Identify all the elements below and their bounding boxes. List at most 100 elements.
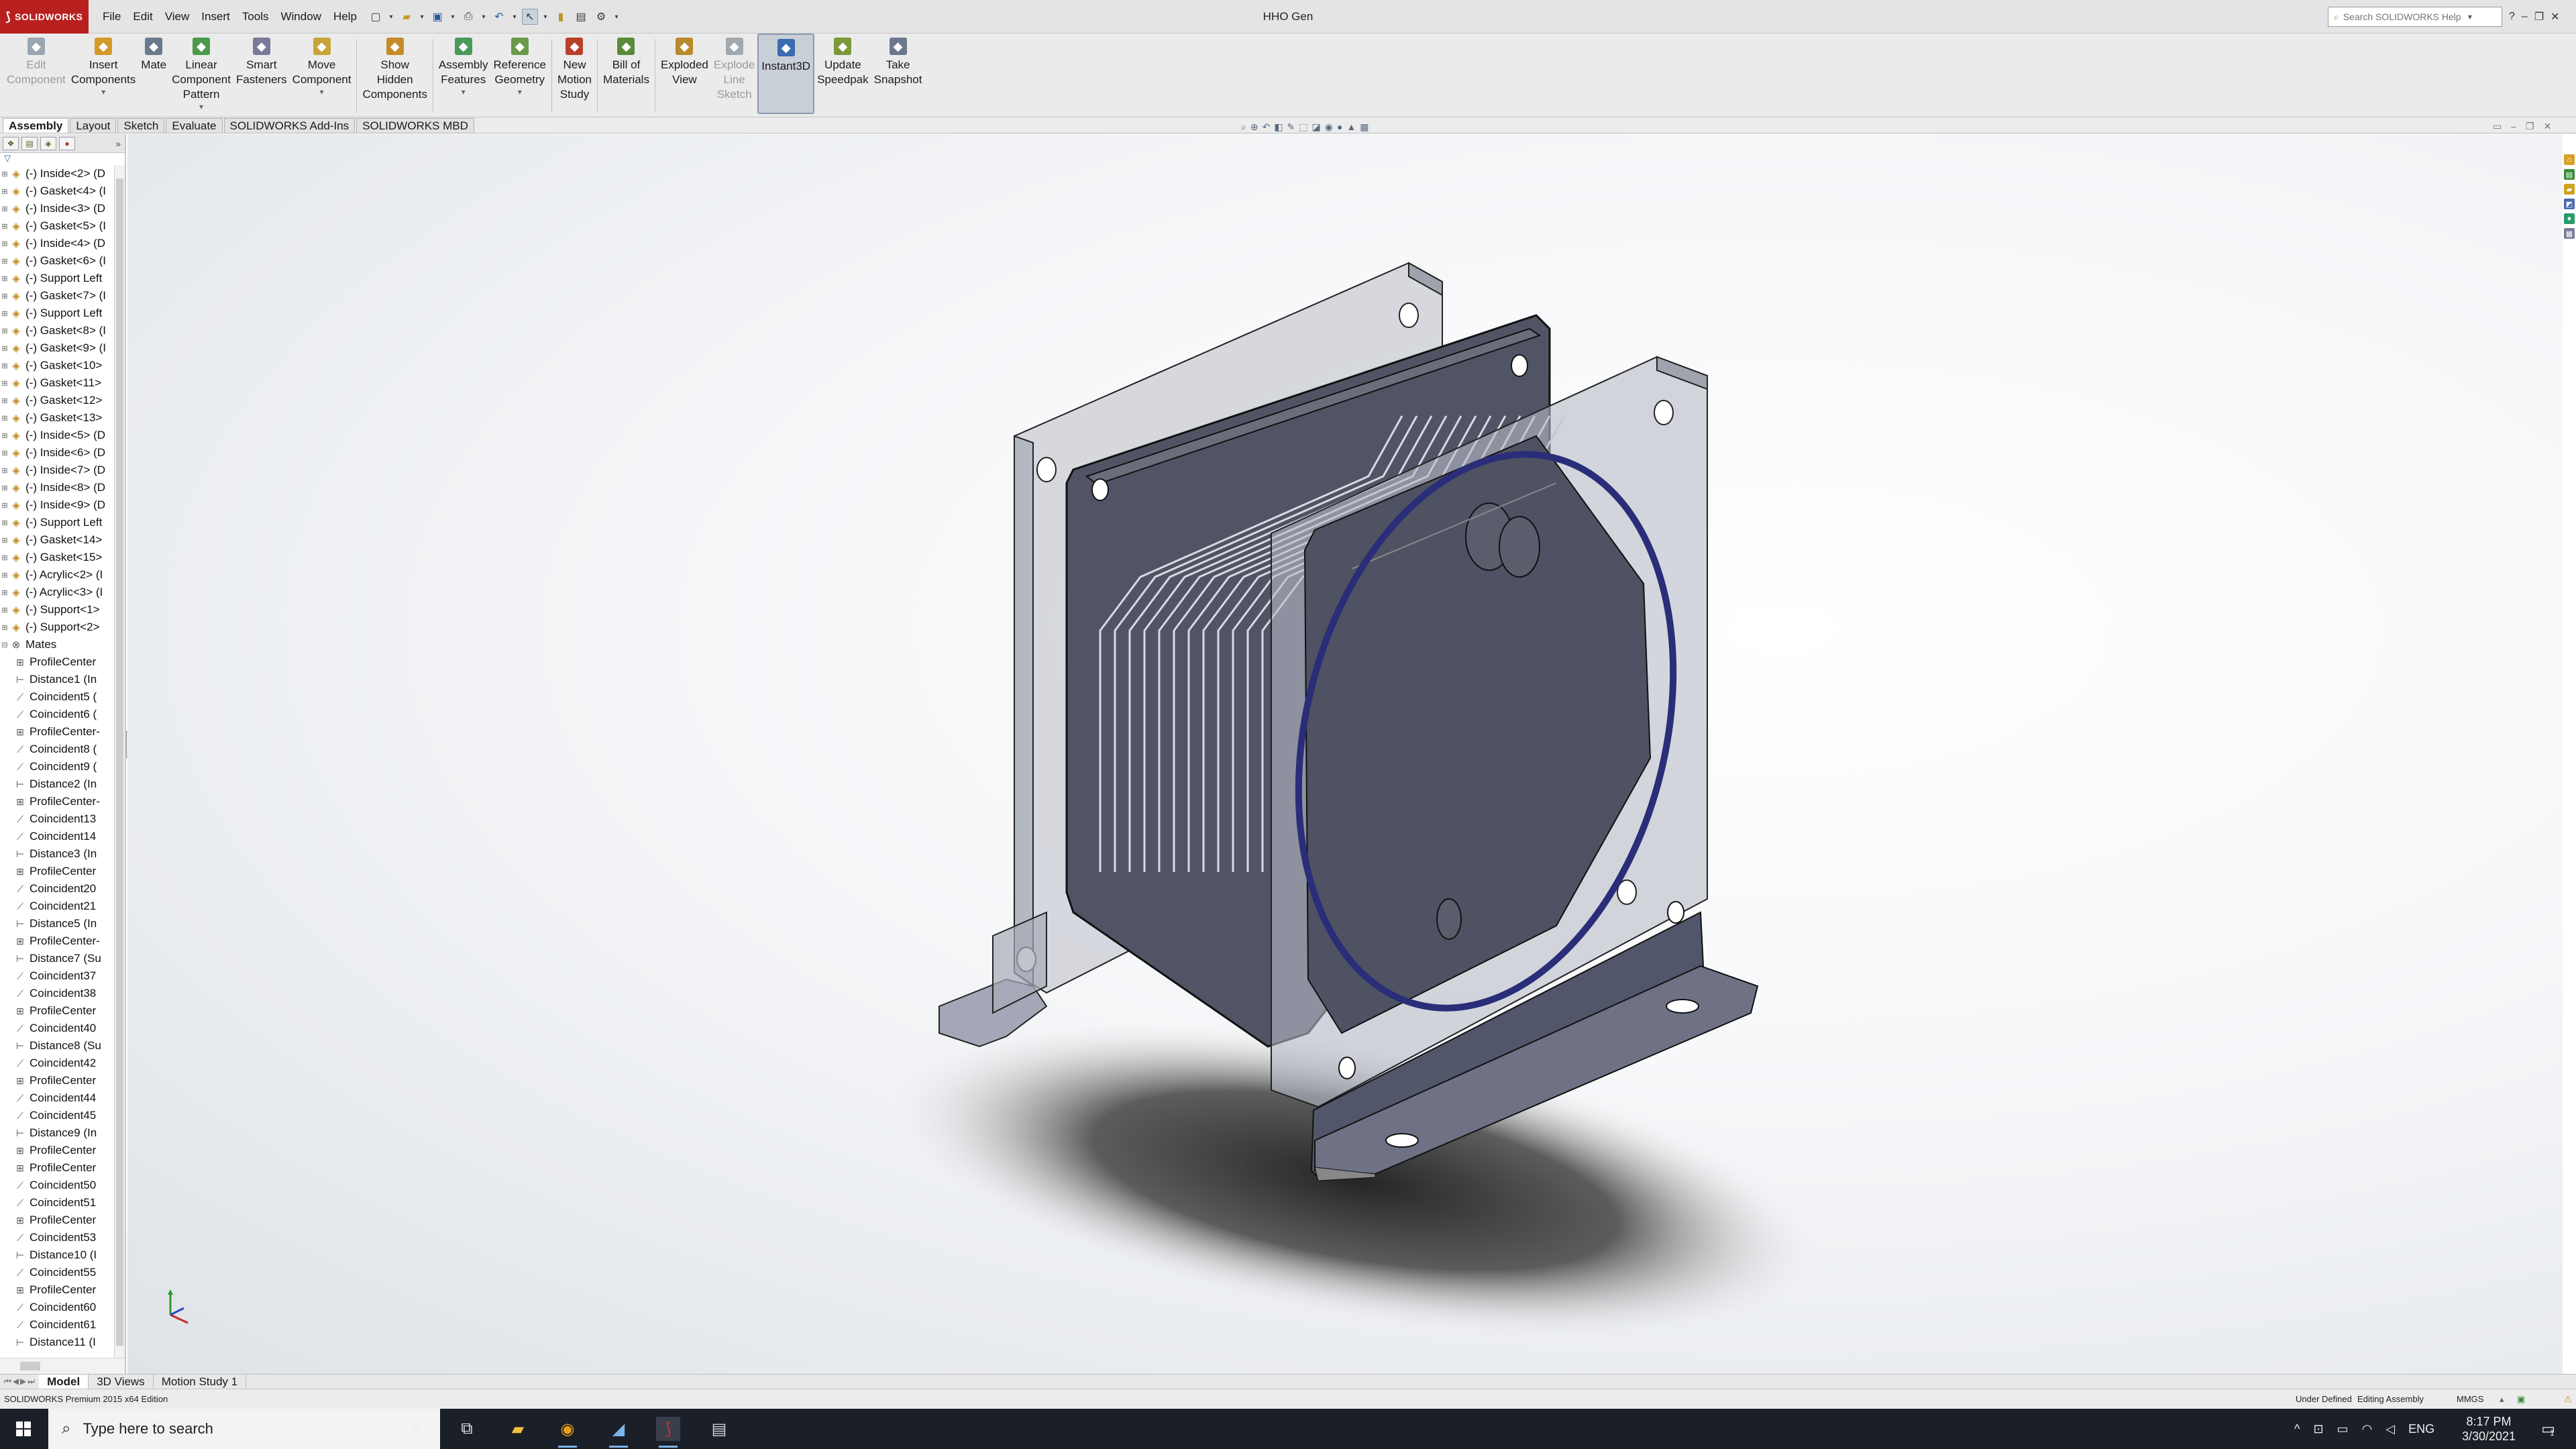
configuration-manager-tab-icon[interactable]: ◈ — [40, 136, 56, 150]
task-view-icon[interactable]: ⧉ — [455, 1417, 479, 1441]
action-center-button[interactable]: ▭ 1 — [2534, 1417, 2561, 1441]
edit-component-button[interactable]: ◆ Edit Component — [4, 34, 68, 114]
bottom-tab-model[interactable]: Model — [39, 1374, 89, 1389]
tree-component[interactable]: ⊞ ◈ (-) Inside<9> (D — [0, 496, 125, 514]
help-icon[interactable]: ? — [2509, 11, 2515, 23]
viewport-tile-icon[interactable]: ▭ — [2493, 121, 2502, 132]
menu-help[interactable]: Help — [327, 10, 363, 23]
dropdown-arrow-icon[interactable]: ▾ — [449, 9, 456, 25]
menu-file[interactable]: File — [97, 10, 127, 23]
expand-icon[interactable]: ⊞ — [0, 536, 9, 545]
new-document-icon[interactable]: ▢ — [368, 9, 384, 25]
tree-mate[interactable]: ⊢ Distance5 (In — [0, 915, 125, 932]
dropdown-arrow-icon[interactable]: ▾ — [199, 102, 203, 111]
expand-icon[interactable]: ⊞ — [0, 484, 9, 492]
tree-component[interactable]: ⊞ ◈ (-) Gasket<10> — [0, 357, 125, 374]
tree-component[interactable]: ⊞ ◈ (-) Gasket<14> — [0, 531, 125, 549]
smart-fasteners-button[interactable]: ◆ Smart Fasteners — [233, 34, 290, 114]
tree-component[interactable]: ⊞ ◈ (-) Inside<6> (D — [0, 444, 125, 462]
tree-component[interactable]: ⊞ ◈ (-) Gasket<9> (I — [0, 339, 125, 357]
search-dropdown-icon[interactable]: ▾ — [2468, 12, 2472, 21]
save-icon[interactable]: ▣ — [429, 9, 445, 25]
tree-mate[interactable]: ⊢ Distance3 (In — [0, 845, 125, 863]
tree-component[interactable]: ⊞ ◈ (-) Inside<7> (D — [0, 462, 125, 479]
display-manager-tab-icon[interactable]: ● — [59, 136, 75, 150]
expand-icon[interactable]: ⊞ — [0, 588, 9, 597]
expand-icon[interactable]: ⊞ — [0, 344, 9, 353]
dropdown-arrow-icon[interactable]: ▾ — [511, 9, 518, 25]
expand-icon[interactable]: ⊞ — [0, 170, 9, 178]
select-pointer-icon[interactable]: ↖ — [522, 9, 538, 25]
cortana-icon[interactable]: ○ — [404, 1417, 428, 1441]
expand-icon[interactable]: ⊞ — [0, 553, 9, 562]
property-manager-tab-icon[interactable]: ▤ — [21, 136, 38, 150]
menu-edit[interactable]: Edit — [127, 10, 158, 23]
expand-icon[interactable]: ⊞ — [0, 222, 9, 231]
tab-solidworks-add-ins[interactable]: SOLIDWORKS Add-Ins — [223, 118, 356, 133]
mate-button[interactable]: ◆ Mate — [138, 34, 169, 114]
tree-mate[interactable]: ⊞ ProfileCenter- — [0, 932, 125, 950]
bottom-tab-3d-views[interactable]: 3D Views — [89, 1374, 154, 1389]
clock[interactable]: 8:17 PM 3/30/2021 — [2442, 1414, 2536, 1444]
scrollbar-thumb[interactable] — [116, 178, 123, 1346]
tree-mate[interactable]: ⟋ Coincident50 — [0, 1177, 125, 1194]
reference-geometry-button[interactable]: ◆ Reference Geometry ▾ — [491, 34, 549, 114]
tab-evaluate[interactable]: Evaluate — [166, 118, 223, 133]
menu-window[interactable]: Window — [274, 10, 327, 23]
tree-mate[interactable]: ⟋ Coincident42 — [0, 1055, 125, 1072]
tree-component[interactable]: ⊞ ◈ (-) Gasket<11> — [0, 374, 125, 392]
expand-icon[interactable]: ⊞ — [0, 257, 9, 266]
viewport-close-icon[interactable]: ✕ — [2544, 121, 2552, 132]
view-settings-icon[interactable]: ▦ — [1360, 121, 1368, 133]
tree-component[interactable]: ⊞ ◈ (-) Gasket<7> (I — [0, 287, 125, 305]
tree-component[interactable]: ⊞ ◈ (-) Gasket<6> (I — [0, 252, 125, 270]
rebuild-status-icon[interactable]: ▣ — [2517, 1394, 2525, 1405]
tree-mate[interactable]: ⊞ ProfileCenter — [0, 1072, 125, 1089]
expand-icon[interactable]: ⊞ — [0, 414, 9, 423]
rebuild-icon[interactable]: ▮ — [553, 9, 569, 25]
pinned-app-icon[interactable]: ◢ — [606, 1417, 631, 1448]
menu-tools[interactable]: Tools — [236, 10, 275, 23]
volume-icon[interactable]: ◁ — [2385, 1422, 2395, 1436]
dropdown-arrow-icon[interactable]: ▾ — [388, 9, 394, 25]
start-button[interactable] — [0, 1409, 47, 1449]
expand-icon[interactable]: ⊞ — [0, 309, 9, 318]
custom-properties-icon[interactable]: ▦ — [2564, 228, 2575, 239]
linear-component-pattern-button[interactable]: ◆ Linear Component Pattern ▾ — [169, 34, 233, 114]
prev-tab-icon[interactable]: ◀ — [13, 1377, 19, 1387]
expand-icon[interactable]: ⊞ — [0, 623, 9, 632]
search-input[interactable] — [2343, 11, 2464, 22]
expand-icon[interactable]: ⊞ — [0, 519, 9, 527]
tree-component[interactable]: ⊞ ◈ (-) Support<2> — [0, 619, 125, 636]
tree-mates-folder[interactable]: ⊟ ⊗ Mates — [0, 636, 125, 653]
solidworks-logo[interactable]: ⟆ SOLIDWORKS — [0, 0, 89, 34]
expand-icon[interactable]: ⊞ — [0, 466, 9, 475]
dynamic-annotation-icon[interactable]: ✎ — [1287, 121, 1295, 133]
appearances-icon[interactable]: ● — [2564, 213, 2575, 224]
expand-icon[interactable]: ⊞ — [0, 571, 9, 580]
dropdown-arrow-icon[interactable]: ▾ — [613, 9, 620, 25]
feature-manager-tab-icon[interactable]: ❖ — [3, 136, 19, 150]
section-view-icon[interactable]: ◧ — [1274, 121, 1283, 133]
apply-scene-icon[interactable]: ▲ — [1346, 121, 1356, 132]
bill-of-materials-button[interactable]: ◆ Bill of Materials — [600, 34, 652, 114]
expand-icon[interactable]: ⊞ — [0, 205, 9, 213]
tree-mate[interactable]: ⟋ Coincident37 — [0, 967, 125, 985]
tree-mate[interactable]: ⊞ ProfileCenter — [0, 863, 125, 880]
options-icon[interactable]: ⚙ — [593, 9, 609, 25]
dropdown-arrow-icon[interactable]: ▾ — [101, 87, 105, 97]
tree-component[interactable]: ⊞ ◈ (-) Gasket<15> — [0, 549, 125, 566]
tab-sketch[interactable]: Sketch — [117, 118, 165, 133]
tree-mate[interactable]: ⟋ Coincident45 — [0, 1107, 125, 1124]
explode-line-sketch-button[interactable]: ◆ Explode Line Sketch — [711, 34, 757, 114]
tree-mate[interactable]: ⟋ Coincident20 — [0, 880, 125, 898]
unit-system[interactable]: MMGS — [2457, 1394, 2483, 1404]
tree-component[interactable]: ⊞ ◈ (-) Inside<8> (D — [0, 479, 125, 496]
tree-mate[interactable]: ⟋ Coincident55 — [0, 1264, 125, 1281]
taskbar-search-box[interactable]: ⌕ Type here to search — [48, 1409, 440, 1449]
dropdown-arrow-icon[interactable]: ▾ — [518, 87, 522, 97]
tree-mate[interactable]: ⟋ Coincident8 ( — [0, 741, 125, 758]
tree-mate[interactable]: ⊢ Distance9 (In — [0, 1124, 125, 1142]
tree-mate[interactable]: ⊞ ProfileCenter- — [0, 723, 125, 741]
collapse-icon[interactable]: ⊟ — [0, 641, 9, 649]
